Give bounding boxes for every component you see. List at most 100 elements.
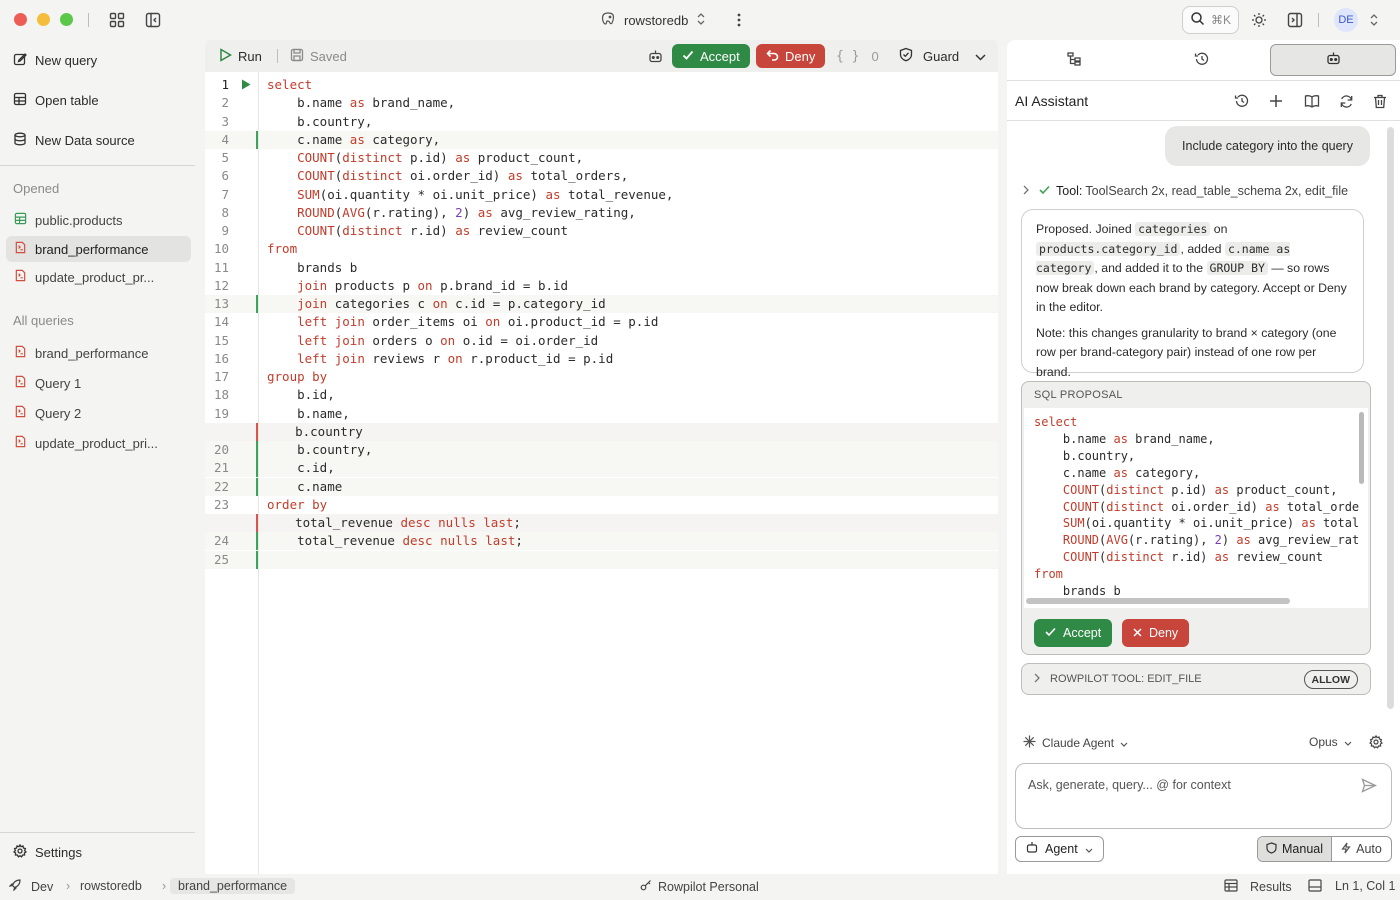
guard-dropdown[interactable]: Guard	[899, 44, 986, 68]
approval-toggle: Manual Auto	[1257, 836, 1392, 862]
sql-proposal-line: SUM(oi.quantity * oi.unit_price) as tota…	[1062, 516, 1360, 531]
history-icon[interactable]	[1233, 92, 1251, 110]
allow-button[interactable]: ALLOW	[1303, 670, 1358, 689]
code-line-added[interactable]: 25	[205, 550, 998, 569]
results-toggle[interactable]: Results	[1224, 879, 1292, 895]
sql-editor[interactable]: 1 select 2 b.name as brand_name, 3 b.countr…	[205, 72, 998, 874]
environment-indicator[interactable]: Dev	[8, 879, 53, 894]
avatar[interactable]: DE	[1334, 8, 1358, 32]
code-line[interactable]: 5 COUNT(distinct p.id) as product_count,	[205, 149, 998, 167]
close-window-button[interactable]	[14, 13, 27, 26]
save-button[interactable]: Saved	[290, 44, 347, 68]
settings-button[interactable]: Settings	[12, 841, 82, 863]
send-icon[interactable]	[1361, 778, 1378, 796]
parameters-button[interactable]: { } 0	[836, 44, 879, 68]
code-line-removed[interactable]: total_revenue desc nulls last;	[205, 514, 998, 532]
workspace-indicator[interactable]: Rowpilot Personal	[640, 879, 759, 894]
query-item-query-2[interactable]: Query 2	[6, 400, 191, 426]
maximize-window-button[interactable]	[60, 13, 73, 26]
code-line-added[interactable]: 20 b.country,	[205, 441, 998, 459]
code-line-removed[interactable]: b.country	[205, 422, 998, 441]
code-line-added[interactable]: 4 c.name as category,	[205, 130, 998, 149]
tool-summary-row[interactable]: Tool: ToolSearch 2x, read_table_schema 2…	[1023, 184, 1348, 198]
trash-icon[interactable]	[1371, 92, 1389, 110]
code-line[interactable]: 23 order by	[205, 496, 998, 514]
code-line[interactable]: 15 left join orders o on o.id = oi.order…	[205, 332, 998, 350]
breadcrumb-database[interactable]: rowstoredb	[80, 879, 142, 893]
panel-toggle-icon[interactable]	[1308, 879, 1322, 892]
sql-file-icon	[14, 435, 27, 451]
search-button[interactable]: ⌘K	[1182, 6, 1239, 34]
plus-icon[interactable]	[1267, 92, 1285, 110]
chat-scrollbar[interactable]	[1387, 127, 1394, 709]
code-line[interactable]: 11 brands b	[205, 259, 998, 277]
code-line-added[interactable]: 22 c.name	[205, 477, 998, 496]
model-selector[interactable]: Opus	[1309, 735, 1352, 749]
robot-icon[interactable]	[648, 44, 663, 68]
run-line-icon[interactable]	[241, 78, 251, 93]
code-line[interactable]: 7 SUM(oi.quantity * oi.unit_price) as to…	[205, 186, 998, 204]
toggle-sidebar-icon[interactable]	[144, 11, 162, 29]
code-line[interactable]: 18 b.id,	[205, 386, 998, 404]
code-line[interactable]: 10 from	[205, 240, 998, 258]
query-item-brand-performance[interactable]: brand_performance	[6, 340, 191, 366]
opened-item-update-product[interactable]: update_product_pr...	[6, 264, 191, 290]
query-item-query-1[interactable]: Query 1	[6, 370, 191, 396]
chevron-updown-icon[interactable]	[1365, 11, 1383, 29]
toggle-right-panel-icon[interactable]	[1286, 11, 1304, 29]
manual-toggle[interactable]: Manual	[1258, 837, 1332, 861]
code-line[interactable]: 6 COUNT(distinct oi.order_id) as total_o…	[205, 167, 998, 185]
code-text: c.id,	[267, 460, 335, 476]
gear-icon[interactable]	[1369, 734, 1383, 752]
code-line[interactable]: 3 b.country,	[205, 113, 998, 131]
code-line[interactable]: 8 ROUND(AVG(r.rating), 2) as avg_review_…	[205, 204, 998, 222]
tab-schema[interactable]	[1015, 44, 1133, 76]
code-line[interactable]: 12 join products p on p.brand_id = b.id	[205, 277, 998, 295]
tool-permission-row[interactable]: ROWPILOT TOOL: EDIT_FILE ALLOW	[1021, 663, 1371, 695]
line-number: 15	[213, 332, 229, 348]
opened-item-brand-performance[interactable]: brand_performance	[6, 236, 191, 262]
new-query-button[interactable]: New query	[13, 49, 97, 71]
code-line-added[interactable]: 21 c.id,	[205, 459, 998, 478]
editor-accept-button[interactable]: Accept	[672, 44, 750, 68]
code-line[interactable]: 16 left join reviews r on r.product_id =…	[205, 350, 998, 368]
sql-proposal-code[interactable]: select b.name as brand_name, b.country, …	[1024, 408, 1368, 608]
tab-history[interactable]	[1143, 44, 1261, 76]
code-line[interactable]: 17 group by	[205, 368, 998, 386]
refresh-icon[interactable]	[1337, 92, 1355, 110]
database-selector[interactable]: rowstoredb	[600, 11, 706, 30]
code-line[interactable]: 1 select	[205, 76, 998, 94]
open-table-button[interactable]: Open table	[13, 89, 99, 111]
line-number: 1	[221, 77, 229, 92]
theme-sun-icon[interactable]	[1250, 11, 1268, 29]
breadcrumb-file[interactable]: brand_performance	[170, 878, 296, 894]
run-button[interactable]: Run	[219, 44, 262, 68]
new-data-source-button[interactable]: New Data source	[13, 129, 135, 151]
code-line-added[interactable]: 24 total_revenue desc nulls last;	[205, 532, 998, 551]
chat-input[interactable]	[1028, 778, 1348, 814]
code-text: from	[267, 241, 298, 257]
minimize-window-button[interactable]	[37, 13, 50, 26]
code-line[interactable]: 14 left join order_items oi on oi.produc…	[205, 313, 998, 331]
proposal-accept-button[interactable]: Accept	[1034, 619, 1113, 647]
code-line[interactable]: 9 COUNT(distinct r.id) as review_count	[205, 222, 998, 240]
editor-deny-button[interactable]: Deny	[756, 44, 826, 68]
query-item-update-product[interactable]: update_product_pri...	[6, 430, 191, 456]
asterisk-icon	[1023, 735, 1036, 751]
tab-ai-assistant[interactable]	[1270, 44, 1396, 76]
code-line[interactable]: 2 b.name as brand_name,	[205, 94, 998, 112]
code-line[interactable]: 19 b.name,	[205, 405, 998, 423]
proposal-deny-button[interactable]: Deny	[1122, 619, 1190, 647]
tool-label: Tool:	[1056, 184, 1083, 198]
book-icon[interactable]	[1303, 92, 1321, 110]
vertical-scrollbar[interactable]	[1359, 412, 1364, 484]
horizontal-scrollbar[interactable]	[1026, 598, 1290, 604]
auto-toggle[interactable]: Auto	[1332, 837, 1391, 861]
more-vertical-icon[interactable]	[730, 11, 748, 29]
code-text: order by	[267, 496, 328, 512]
code-line-added[interactable]: 13 join categories c on c.id = p.categor…	[205, 295, 998, 313]
grid-icon[interactable]	[108, 11, 126, 29]
opened-item-public-products[interactable]: public.products	[6, 207, 191, 233]
mode-selector[interactable]: Agent	[1015, 836, 1104, 862]
agent-selector[interactable]: Claude Agent	[1023, 735, 1128, 751]
